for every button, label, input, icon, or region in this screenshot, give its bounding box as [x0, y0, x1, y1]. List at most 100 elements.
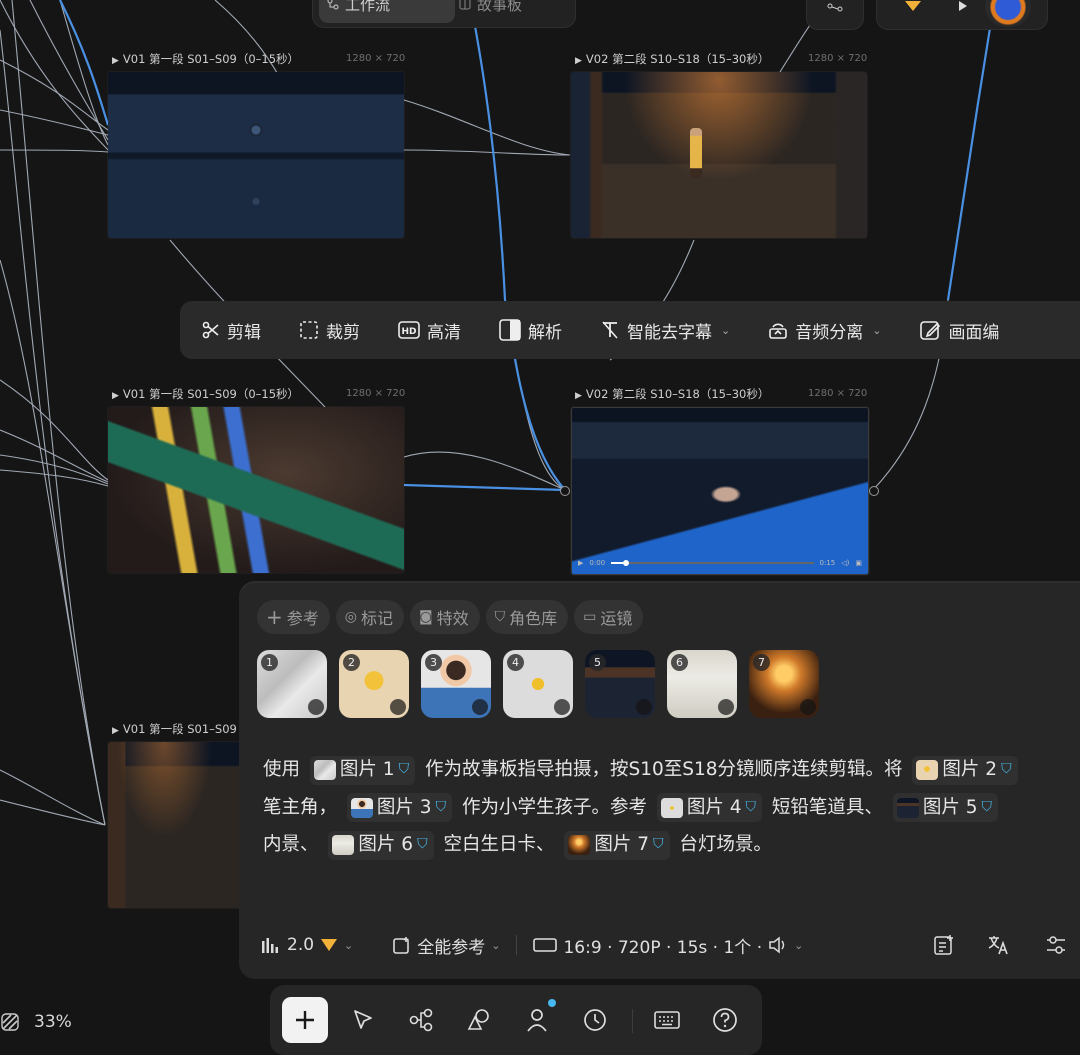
tag-label: 图片 7 [594, 834, 650, 856]
audio-separate-button[interactable]: 音频分离 ⌄ [768, 318, 881, 343]
reference-image[interactable]: 3 [421, 650, 491, 718]
add-node-button[interactable] [282, 997, 328, 1043]
tag-thumb [313, 760, 336, 780]
reference-chip[interactable]: + 参考 [257, 600, 330, 634]
effects-chip[interactable]: ◙ 特效 [410, 600, 480, 634]
hd-button[interactable]: HD 高清 [398, 318, 461, 343]
crop-icon [300, 321, 318, 339]
play-icon[interactable]: ▶ [578, 559, 583, 567]
node-image[interactable] [571, 72, 867, 238]
node-title-text: V01 第一段 S01–S09 [122, 722, 237, 736]
tag-thumb [896, 797, 919, 818]
history-button[interactable] [572, 997, 618, 1043]
mode-selector[interactable]: 全能参考 ⌄ [393, 933, 500, 958]
help-button[interactable] [702, 997, 748, 1043]
verified-shield-icon [472, 699, 488, 715]
video-duration: 0:15 [819, 559, 836, 567]
chevron-down-icon: ⌄ [794, 938, 804, 952]
remove-subtitle-button[interactable]: 智能去字幕 ⌄ [600, 318, 730, 343]
prompt-segment: 笔主角， [263, 796, 338, 818]
reference-image[interactable]: 5 [585, 650, 655, 718]
image-tag[interactable]: 图片 4 ⛉ [656, 793, 763, 822]
camera-icon: ◙ [419, 609, 433, 625]
node-title: ▶ V01 第一段 S01–S09（0–15秒） [112, 386, 299, 402]
character-library-chip[interactable]: ⛉ 角色库 [485, 600, 569, 634]
node-title: ▶ V02 第二段 S10–S18（15–30秒） [575, 386, 769, 402]
scrubber-knob[interactable] [623, 560, 630, 566]
reference-image[interactable]: 1 [257, 650, 327, 718]
play-triangle-icon: ▶ [112, 726, 119, 736]
edit-frame-label: 画面编 [948, 322, 1000, 343]
chip-label: 特效 [436, 609, 469, 628]
node-title-text: V02 第二段 S10–S18（15–30秒） [585, 52, 770, 66]
reference-image[interactable]: 2 [339, 650, 409, 718]
translate-button[interactable] [987, 934, 1011, 956]
verified-shield-icon: ⛉ [417, 836, 428, 853]
workflow-tool-button[interactable] [398, 997, 444, 1043]
view-switch: 工作流 故事板 [312, 0, 576, 28]
camera-move-chip[interactable]: ▭ 运镜 [574, 600, 644, 634]
ref-number: 6 [671, 654, 688, 671]
reference-image[interactable]: 7 [749, 650, 819, 718]
verified-shield-icon [390, 699, 406, 715]
output-settings[interactable]: 16:9 · 720P · 15s · 1个 · ⌄ [533, 933, 803, 958]
account-area[interactable] [876, 0, 1048, 30]
output-settings-label: 16:9 · 720P · 15s · 1个 · [563, 937, 763, 958]
plus-icon: + [266, 605, 283, 629]
ref-number: 2 [343, 654, 360, 671]
avatar[interactable] [985, 0, 1031, 27]
node-image[interactable] [108, 407, 404, 573]
split-icon [499, 319, 521, 341]
edit-frame-button[interactable]: 画面编 [919, 318, 999, 343]
vip-heart-icon [905, 1, 921, 11]
reference-image[interactable]: 6 [667, 650, 737, 718]
tab-storyboard[interactable]: 故事板 [451, 0, 587, 23]
crop-button[interactable]: 裁剪 [299, 318, 360, 343]
play-triangle-icon: ▶ [112, 56, 119, 66]
reference-image[interactable]: 4 [503, 650, 573, 718]
image-tag[interactable]: 图片 1 ⛉ [309, 755, 416, 785]
workflow-canvas[interactable]: 工作流 故事板 ▶ V01 第一段 S01–S09（0–15秒） 1280 × 7… [0, 0, 1080, 1055]
vip-heart-icon [321, 939, 338, 951]
node-image[interactable] [108, 742, 248, 908]
output-port[interactable] [869, 486, 879, 496]
image-tag[interactable]: 图片 3 ⛉ [346, 793, 453, 822]
minimap-icon[interactable] [0, 1012, 20, 1032]
mark-chip[interactable]: ◎ 标记 [335, 600, 405, 634]
node-title: ▶ V02 第二段 S10–S18（15–30秒） [575, 51, 769, 67]
fullscreen-icon[interactable]: ▣ [855, 559, 862, 567]
tag-thumb [660, 797, 683, 818]
mode-label: 全能参考 [417, 937, 486, 958]
volume-icon[interactable]: ◁) [841, 559, 849, 567]
translate-icon [988, 936, 1008, 955]
verified-shield-icon: ⛉ [981, 798, 992, 815]
share-button[interactable] [806, 0, 864, 30]
notification-dot [548, 999, 556, 1007]
keyboard-shortcuts-button[interactable] [644, 997, 690, 1043]
video-scrubber[interactable] [611, 560, 814, 566]
chip-label: 运镜 [600, 609, 633, 628]
image-tag[interactable]: 图片 6 ⛉ [328, 830, 434, 860]
model-selector[interactable]: 2.0 ⌄ [261, 935, 353, 955]
zoom-level: 33% [34, 1012, 72, 1032]
tab-workflow-label: 工作流 [345, 0, 391, 14]
image-tag[interactable]: 图片 5 ⛉ [892, 793, 998, 822]
image-tag[interactable]: 图片 7 ⛉ [564, 830, 670, 860]
remove-subtitle-label: 智能去字幕 [627, 322, 712, 343]
verified-shield-icon [308, 699, 324, 715]
clip-button[interactable]: 剪辑 [202, 318, 261, 343]
image-tag[interactable]: 图片 2 ⛉ [912, 755, 1018, 785]
prompt-list-button[interactable] [933, 934, 955, 956]
assets-tool-button[interactable] [456, 997, 502, 1043]
settings-button[interactable] [1045, 935, 1067, 955]
tab-workflow[interactable]: 工作流 [319, 0, 455, 23]
character-tool-button[interactable] [514, 997, 560, 1043]
input-port[interactable] [560, 486, 570, 496]
video-node[interactable]: ▶ 0:00 0:15 ◁) ▣ [571, 407, 869, 575]
analyze-button[interactable]: 解析 [499, 318, 562, 343]
select-tool-button[interactable] [340, 997, 386, 1043]
scissors-icon [202, 321, 219, 339]
zoom-indicator[interactable]: 33% [0, 1012, 72, 1032]
node-image[interactable] [108, 72, 404, 238]
clip-label: 剪辑 [227, 322, 261, 343]
